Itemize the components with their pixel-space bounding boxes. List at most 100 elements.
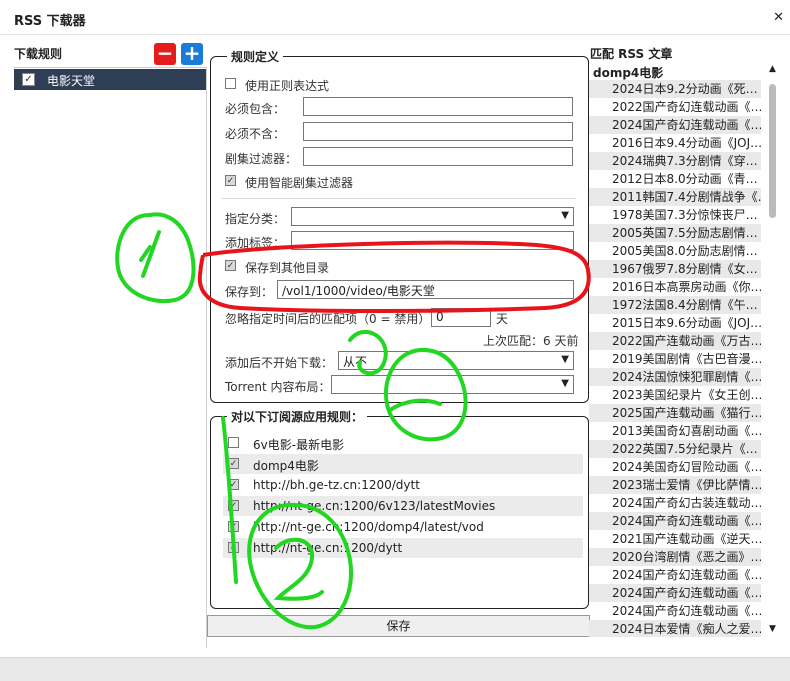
title-bar: RSS 下载器 ✕: [0, 0, 790, 35]
scroll-up-icon[interactable]: ▲: [769, 64, 776, 74]
chevron-down-icon: ▼: [561, 378, 569, 389]
feed-checkbox[interactable]: ✓: [228, 521, 239, 532]
feed-checkbox[interactable]: ✓: [228, 542, 239, 553]
article-item[interactable]: 2022英国7.5分纪录片《…: [589, 440, 761, 458]
episode-filter-input[interactable]: [303, 147, 573, 166]
tags-input[interactable]: [291, 231, 574, 250]
use-regex-label: 使用正则表达式: [245, 79, 330, 93]
feed-row[interactable]: ✓ http://bh.ge-tz.cn:1200/dytt: [223, 475, 583, 495]
article-item[interactable]: 2019美国剧情《古巴音漫…: [589, 350, 761, 368]
article-item[interactable]: 2024日本9.2分动画《死…: [589, 80, 761, 98]
must-contain-input[interactable]: [303, 97, 573, 116]
remove-rule-button[interactable]: −: [154, 43, 176, 65]
add-paused-value: 从不: [343, 355, 368, 369]
article-item[interactable]: 2024法国惊悚犯罪剧情《…: [589, 368, 761, 386]
article-item[interactable]: 2013美国奇幻喜剧动画《…: [589, 422, 761, 440]
feed-label: http://nt-ge.cn:1200/domp4/latest/vod: [253, 520, 484, 534]
article-item[interactable]: 2025国产连载动画《猫行…: [589, 404, 761, 422]
add-paused-label: 添加后不开始下载：: [225, 356, 334, 370]
divider: [222, 198, 576, 199]
article-item[interactable]: 2024国产奇幻连载动画《…: [589, 584, 761, 602]
chevron-down-icon: ▼: [561, 210, 569, 221]
download-rules-header: 下载规则: [14, 47, 63, 61]
feed-checkbox[interactable]: ✓: [228, 500, 239, 511]
article-item[interactable]: 2016日本高票房动画《你…: [589, 278, 761, 296]
feed-row[interactable]: 6v电影-最新电影: [223, 433, 583, 453]
window-title: RSS 下载器: [14, 14, 86, 29]
article-item[interactable]: 2023美国纪录片《女王创…: [589, 386, 761, 404]
article-item[interactable]: 2023瑞士爱情《伊比萨情…: [589, 476, 761, 494]
rule-label: 电影天堂: [47, 74, 96, 88]
feed-name: domp4电影: [593, 66, 664, 80]
article-item[interactable]: 2024国产奇幻连载动画《…: [589, 566, 761, 584]
feed-checkbox[interactable]: ✓: [228, 458, 239, 469]
ignore-days-label: 忽略指定时间后的匹配项（0 = 禁用）: [225, 312, 431, 326]
article-item[interactable]: 2024日本爱情《痴人之爱…: [589, 620, 761, 637]
rule-definition-legend: 规则定义: [227, 48, 284, 65]
rule-list: ✓ 电影天堂: [14, 67, 207, 648]
tags-label: 添加标签：: [225, 236, 286, 250]
smart-filter-label: 使用智能剧集过滤器: [245, 176, 354, 190]
article-item[interactable]: 2016日本9.4分动画《JOJ…: [589, 134, 761, 152]
article-item[interactable]: 2022国产连载动画《万古…: [589, 332, 761, 350]
article-item[interactable]: 2005美国8.0分励志剧情…: [589, 242, 761, 260]
close-icon[interactable]: ✕: [773, 10, 784, 25]
article-item[interactable]: 1978美国7.3分惊悚丧尸…: [589, 206, 761, 224]
torrent-layout-select[interactable]: ▼: [331, 375, 574, 394]
last-match-label: 上次匹配：6 天前: [483, 334, 579, 348]
article-item[interactable]: 2005英国7.5分励志剧情…: [589, 224, 761, 242]
feed-row[interactable]: ✓ domp4电影: [223, 454, 583, 474]
save-path-input[interactable]: /vol1/1000/video/电影天堂: [277, 280, 574, 299]
use-regex-checkbox[interactable]: [225, 78, 236, 89]
ignore-days-input[interactable]: 0: [431, 308, 491, 327]
save-other-dir-label: 保存到其他目录: [245, 261, 330, 275]
article-item[interactable]: 1967俄罗7.8分剧情《女…: [589, 260, 761, 278]
article-item[interactable]: 2024国产奇幻古装连载动…: [589, 494, 761, 512]
footer-bar: [0, 657, 790, 681]
article-item[interactable]: 2022国产奇幻连载动画《…: [589, 98, 761, 116]
article-item[interactable]: 2020台湾剧情《恶之画》…: [589, 548, 761, 566]
apply-feeds-group: 对以下订阅源应用规则： 6v电影-最新电影 ✓ domp4电影 ✓ http://b…: [210, 408, 589, 609]
feed-label: http://nt-ge.cn:1200/6v123/latestMovies: [253, 499, 496, 513]
category-label: 指定分类：: [225, 212, 286, 226]
article-item[interactable]: 2021国产连载动画《逆天…: [589, 530, 761, 548]
article-item[interactable]: 2024美国奇幻冒险动画《…: [589, 458, 761, 476]
feed-label: http://bh.ge-tz.cn:1200/dytt: [253, 478, 420, 492]
feed-row[interactable]: ✓ http://nt-ge.cn:1200/dytt: [223, 538, 583, 558]
category-select[interactable]: ▼: [291, 207, 574, 226]
feed-row[interactable]: ✓ http://nt-ge.cn:1200/domp4/latest/vod: [223, 517, 583, 537]
article-item[interactable]: 2024瑞典7.3分剧情《穿…: [589, 152, 761, 170]
add-paused-select[interactable]: 从不 ▼: [338, 351, 574, 370]
article-item[interactable]: 2011韩国7.4分剧情战争《…: [589, 188, 761, 206]
article-item[interactable]: 2024国产奇幻连载动画《…: [589, 602, 761, 620]
article-item[interactable]: 2024国产奇幻连载动画《…: [589, 116, 761, 134]
ignore-days-unit: 天: [496, 312, 509, 326]
rule-item[interactable]: ✓ 电影天堂: [14, 69, 206, 90]
rule-checkbox[interactable]: ✓: [22, 73, 35, 86]
smart-filter-checkbox[interactable]: ✓: [225, 175, 236, 186]
feed-checkbox[interactable]: [228, 437, 239, 448]
feed-label: domp4电影: [253, 459, 319, 473]
article-item[interactable]: 1972法国8.4分剧情《午…: [589, 296, 761, 314]
feed-checkbox[interactable]: ✓: [228, 479, 239, 490]
article-scrollbar[interactable]: ▲ ▼: [767, 64, 779, 637]
scroll-down-icon[interactable]: ▼: [769, 624, 776, 634]
feed-label: http://nt-ge.cn:1200/dytt: [253, 541, 403, 555]
article-item[interactable]: 2015日本9.6分动画《JOJ…: [589, 314, 761, 332]
save-button[interactable]: 保存: [207, 615, 590, 637]
add-rule-button[interactable]: +: [181, 43, 203, 65]
article-item[interactable]: 2024国产奇幻连载动画《…: [589, 512, 761, 530]
must-not-contain-input[interactable]: [303, 122, 573, 141]
scroll-thumb[interactable]: [769, 84, 776, 218]
feed-row[interactable]: ✓ http://nt-ge.cn:1200/6v123/latestMovies: [223, 496, 583, 516]
save-other-dir-checkbox[interactable]: ✓: [225, 260, 236, 271]
article-list: 2024日本9.2分动画《死… 2022国产奇幻连载动画《… 2024国产奇幻连载动…: [589, 80, 767, 637]
episode-filter-label: 剧集过滤器：: [225, 152, 298, 166]
chevron-down-icon: ▼: [561, 354, 569, 365]
must-not-contain-label: 必须不含：: [225, 127, 286, 141]
must-contain-label: 必须包含：: [225, 102, 286, 116]
torrent-layout-label: Torrent 内容布局：: [225, 380, 331, 394]
matching-articles-header: 匹配 RSS 文章: [590, 47, 673, 61]
article-item[interactable]: 2012日本8.0分动画《青…: [589, 170, 761, 188]
apply-feeds-legend: 对以下订阅源应用规则：: [227, 408, 368, 425]
